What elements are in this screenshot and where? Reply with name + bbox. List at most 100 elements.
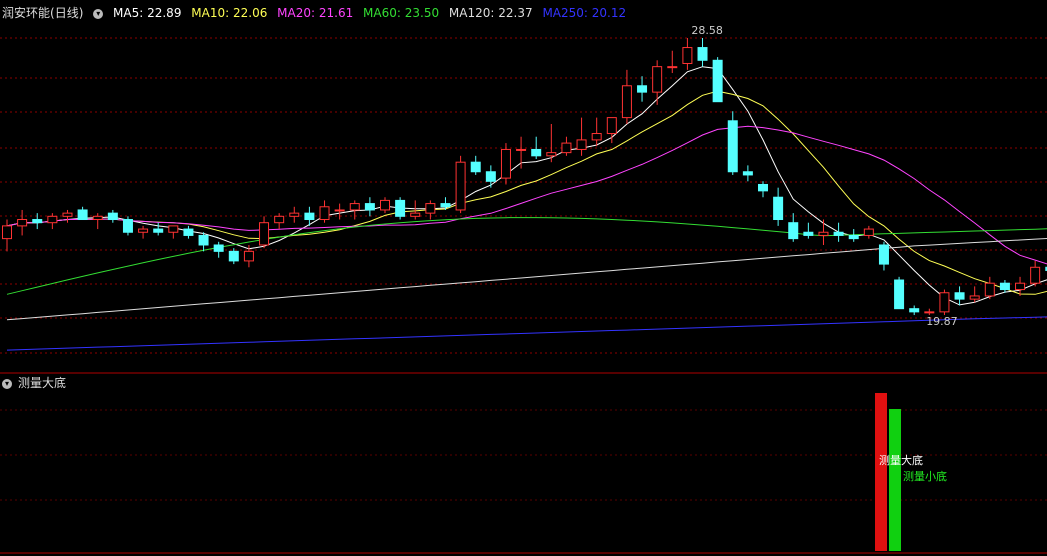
- candle[interactable]: [410, 200, 421, 220]
- candle[interactable]: [168, 225, 179, 239]
- indicator-toggle-icon[interactable]: ▾: [2, 378, 12, 389]
- candle[interactable]: [122, 216, 133, 236]
- candle-body: [243, 250, 254, 262]
- candle-body: [1015, 282, 1026, 291]
- candle[interactable]: [773, 187, 784, 226]
- candle-body: [969, 295, 980, 300]
- indicator-bar-big: [875, 393, 887, 551]
- candle[interactable]: [576, 117, 587, 156]
- candle[interactable]: [485, 165, 496, 188]
- ma250-line: [6, 316, 1047, 351]
- ma5-line: [6, 66, 1047, 306]
- candle[interactable]: [17, 209, 28, 236]
- candle[interactable]: [470, 155, 481, 175]
- ma20-value: MA20: 21.61: [277, 6, 354, 20]
- candle[interactable]: [863, 225, 874, 239]
- candle-body: [1030, 266, 1041, 284]
- label-big-bottom: 测量大底: [879, 454, 923, 467]
- candle[interactable]: [1030, 260, 1041, 287]
- candle[interactable]: [984, 276, 995, 300]
- candle-body: [712, 59, 723, 103]
- candle-body: [621, 85, 632, 119]
- candle[interactable]: [969, 286, 980, 303]
- candle[interactable]: [591, 117, 602, 147]
- candle[interactable]: [334, 203, 345, 220]
- main-header: 润安环能(日线) ▾ MA5: 22.89 MA10: 22.06 MA20: …: [2, 3, 632, 23]
- candle[interactable]: [198, 232, 209, 252]
- candle[interactable]: [138, 225, 149, 239]
- candle-body: [894, 279, 905, 310]
- candle[interactable]: [153, 222, 164, 236]
- indicator-bar-small: [889, 409, 901, 551]
- candle[interactable]: [561, 136, 572, 156]
- candle-body: [107, 212, 118, 221]
- candle-body: [289, 212, 300, 217]
- candle[interactable]: [319, 200, 330, 223]
- candle[interactable]: [727, 111, 738, 175]
- candle-body: [742, 171, 753, 176]
- candle[interactable]: [667, 50, 678, 74]
- ma60-value: MA60: 23.50: [363, 6, 440, 20]
- candle-body: [697, 47, 708, 61]
- candle-body: [304, 212, 315, 221]
- candle[interactable]: [183, 225, 194, 239]
- candle[interactable]: [259, 216, 270, 249]
- candle[interactable]: [531, 136, 542, 160]
- candle-body: [92, 215, 103, 221]
- candle[interactable]: [213, 241, 224, 258]
- candle[interactable]: [380, 197, 390, 214]
- candle-body: [863, 228, 874, 236]
- candle[interactable]: [349, 200, 360, 220]
- candle-body: [758, 183, 768, 192]
- ma5-value: MA5: 22.89: [113, 6, 182, 20]
- candle[interactable]: [682, 38, 693, 70]
- candle[interactable]: [228, 248, 239, 265]
- candle[interactable]: [77, 206, 88, 221]
- candle-body: [546, 152, 557, 157]
- candle[interactable]: [909, 305, 920, 316]
- candle-body: [425, 203, 436, 214]
- candle[interactable]: [500, 143, 511, 185]
- candle[interactable]: [2, 219, 12, 252]
- candle[interactable]: [455, 155, 466, 214]
- candle[interactable]: [697, 38, 708, 67]
- candle[interactable]: [742, 165, 753, 182]
- candle[interactable]: [364, 197, 375, 217]
- candle-body: [228, 250, 239, 262]
- candlesticks[interactable]: [2, 38, 1047, 316]
- candle[interactable]: [637, 76, 648, 102]
- candle[interactable]: [833, 222, 844, 242]
- indicator-title[interactable]: 测量大底: [18, 376, 66, 390]
- candle[interactable]: [107, 209, 118, 223]
- candle[interactable]: [788, 213, 799, 242]
- candle[interactable]: [652, 60, 663, 105]
- candle[interactable]: [516, 136, 527, 169]
- low-price-label: 19.87: [926, 315, 958, 328]
- candle[interactable]: [758, 181, 768, 198]
- candle[interactable]: [289, 206, 300, 223]
- indicator-header: ▾ 测量大底: [2, 373, 72, 393]
- candle[interactable]: [818, 219, 829, 245]
- candle[interactable]: [894, 276, 905, 310]
- candle-body: [848, 234, 859, 240]
- settings-toggle-icon[interactable]: ▾: [93, 8, 104, 19]
- candle[interactable]: [939, 289, 950, 316]
- stock-name[interactable]: 润安环能: [2, 6, 50, 20]
- candle[interactable]: [425, 200, 436, 220]
- ma250-value: MA250: 20.12: [542, 6, 627, 20]
- candle[interactable]: [803, 222, 814, 239]
- candle[interactable]: [999, 280, 1010, 293]
- candle-body: [153, 228, 164, 233]
- candle[interactable]: [848, 229, 859, 242]
- candle-body: [682, 47, 693, 64]
- candle-body: [576, 139, 587, 150]
- candle[interactable]: [395, 197, 406, 220]
- candle-body: [788, 222, 799, 240]
- candle[interactable]: [878, 241, 889, 271]
- candle[interactable]: [954, 286, 965, 306]
- candle[interactable]: [62, 209, 73, 223]
- candle-body: [380, 199, 390, 211]
- candle[interactable]: [712, 57, 723, 103]
- candle-body: [62, 212, 73, 217]
- candle-body: [667, 66, 678, 69]
